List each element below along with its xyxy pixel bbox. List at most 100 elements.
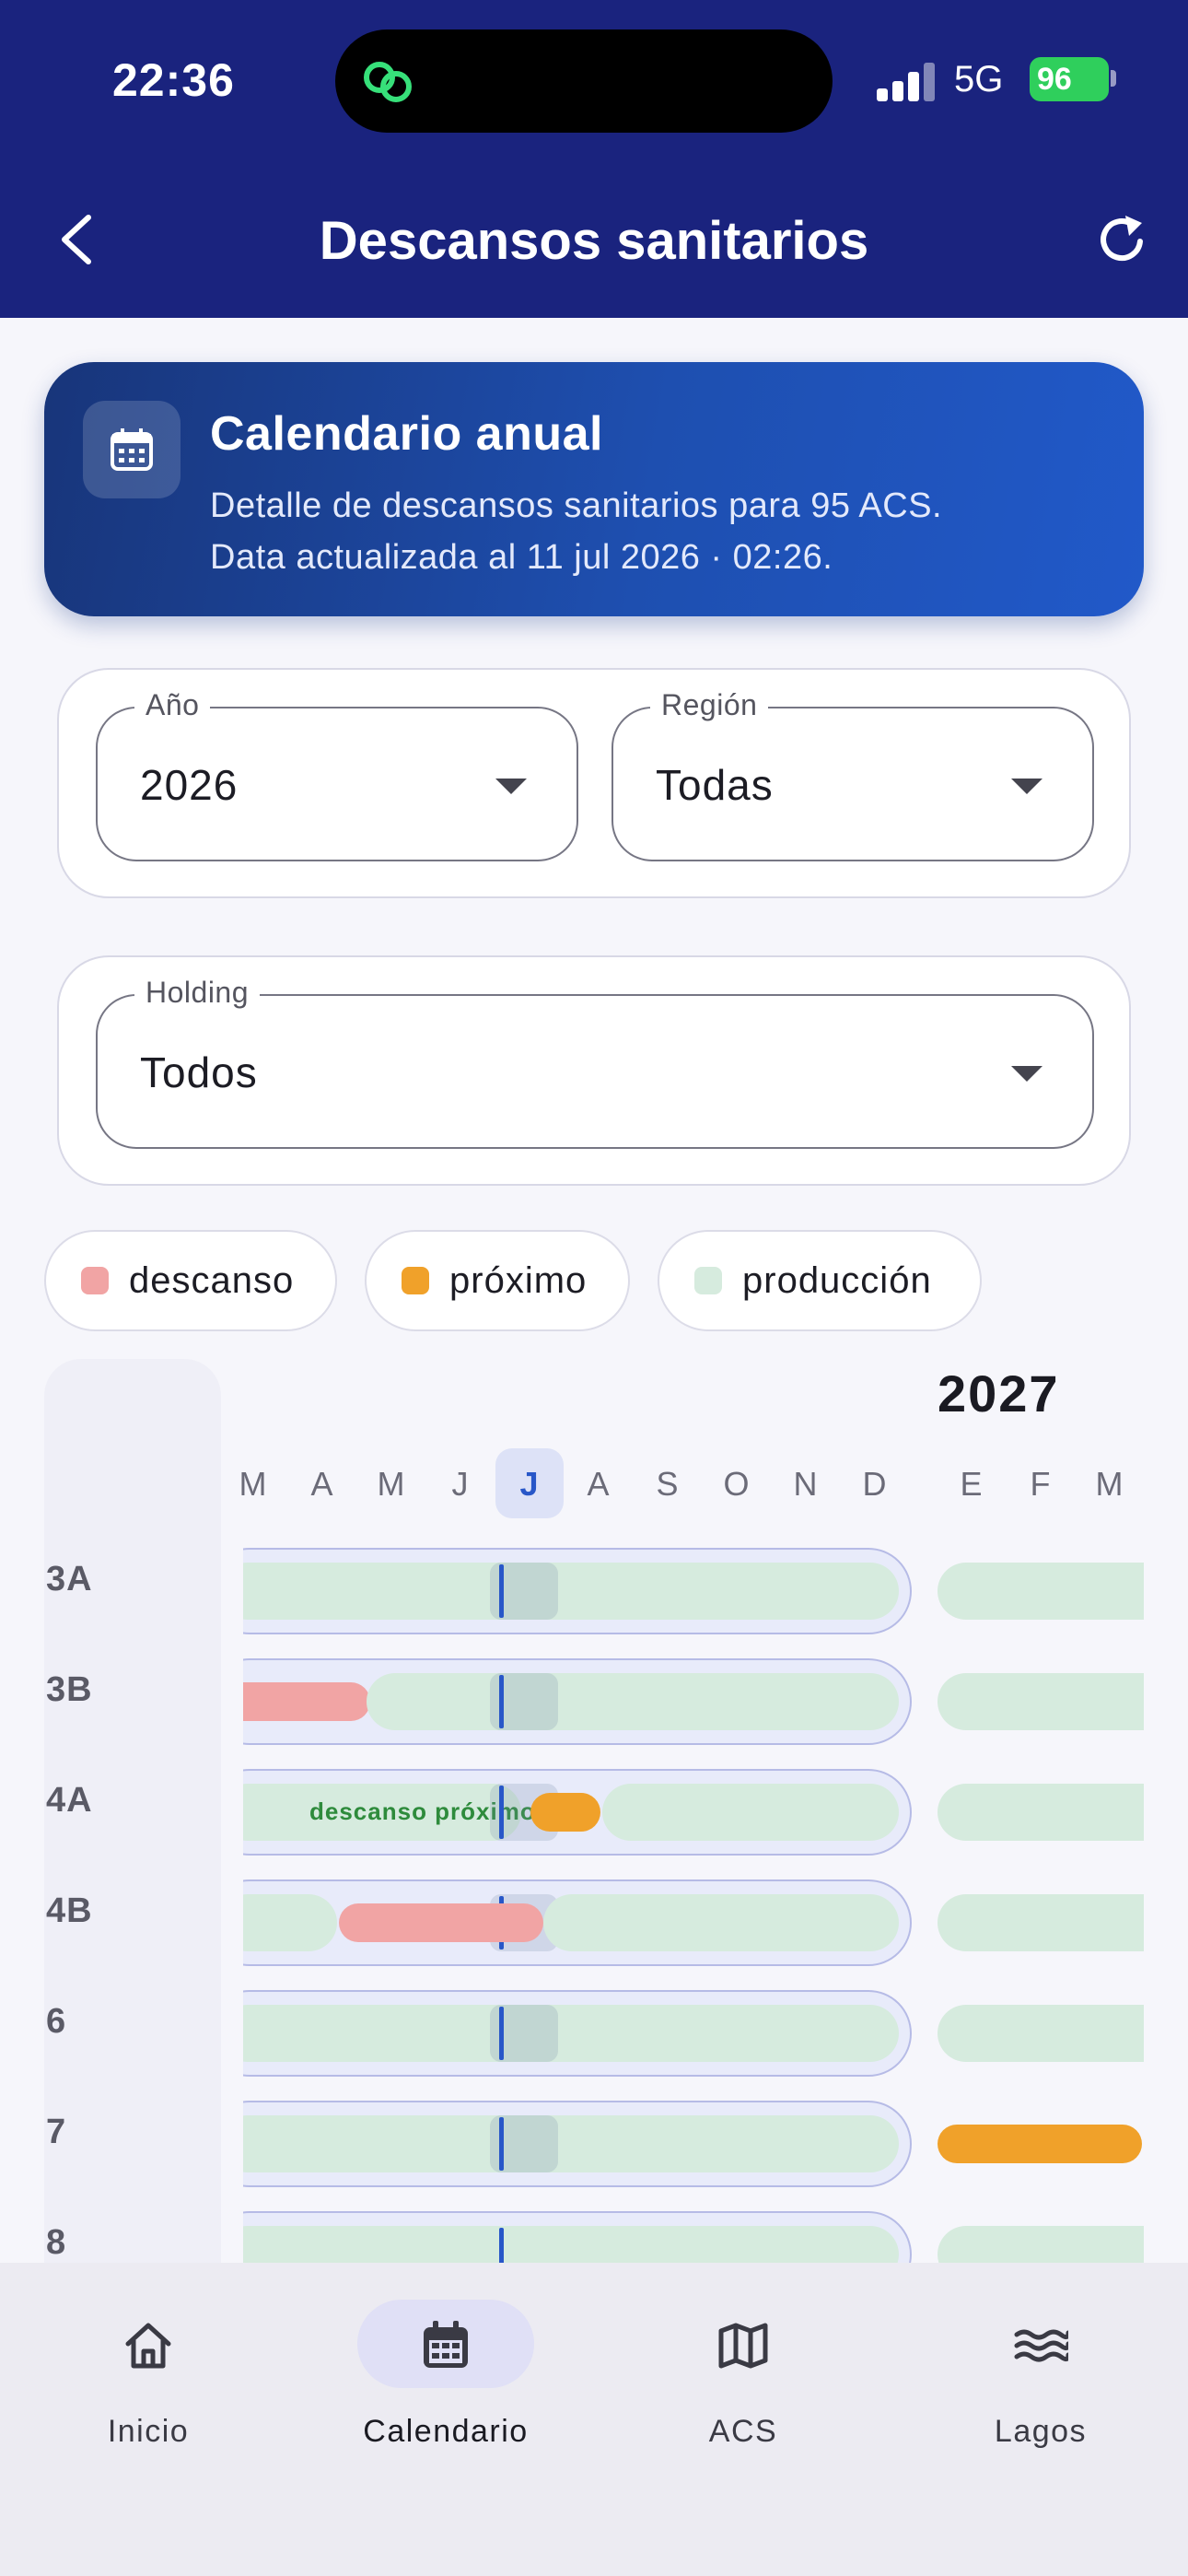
month-label: J bbox=[451, 1465, 470, 1503]
produccion-bar bbox=[243, 1894, 337, 1951]
timeline-row-4a[interactable]: descanso próximo bbox=[243, 1769, 912, 1856]
nav-label-acs: ACS bbox=[708, 2414, 778, 2449]
proximo-bar-2027 bbox=[938, 2125, 1142, 2163]
legend-label-proximo: próximo bbox=[449, 1259, 588, 1301]
filters-panel-holding: Holding Todos bbox=[57, 955, 1131, 1186]
row-label: 3B bbox=[46, 1670, 93, 1709]
status-time: 22:36 bbox=[112, 54, 235, 106]
calendar-timeline[interactable]: descanso próximo bbox=[243, 1511, 1144, 2263]
app-header: 22:36 5G 96 Descansos sanitarios bbox=[0, 0, 1188, 318]
produccion-bar-2027 bbox=[938, 1784, 1144, 1841]
dynamic-island bbox=[335, 29, 833, 133]
nav-item-lagos[interactable]: Lagos bbox=[939, 2300, 1142, 2465]
next-year-label: 2027 bbox=[938, 1364, 1060, 1423]
month-label: M bbox=[239, 1465, 268, 1503]
chevron-down-icon bbox=[495, 779, 527, 794]
produccion-bar bbox=[367, 1673, 899, 1730]
produccion-bar-2027 bbox=[938, 1673, 1144, 1730]
produccion-bar bbox=[543, 1894, 899, 1951]
produccion-bar bbox=[243, 1563, 899, 1620]
legend-swatch-descanso bbox=[81, 1267, 109, 1294]
signal-icon bbox=[877, 61, 936, 101]
produccion-bar-2027 bbox=[938, 2226, 1144, 2263]
battery-level: 96 bbox=[1037, 61, 1072, 97]
region-select[interactable]: Región Todas bbox=[611, 688, 1094, 861]
holding-select-label: Holding bbox=[134, 976, 261, 1010]
card-title: Calendario anual bbox=[210, 407, 603, 461]
nav-item-inicio[interactable]: Inicio bbox=[47, 2300, 250, 2465]
year-select[interactable]: Año 2026 bbox=[96, 688, 578, 861]
network-type: 5G bbox=[954, 59, 1004, 100]
month-label: O bbox=[723, 1465, 751, 1503]
produccion-bar bbox=[243, 2005, 899, 2062]
legend-chip-produccion: producción bbox=[658, 1230, 982, 1331]
today-marker bbox=[499, 1675, 504, 1728]
month-label: E bbox=[960, 1465, 984, 1503]
legend-swatch-produccion bbox=[694, 1267, 722, 1294]
descanso-bar bbox=[339, 1903, 543, 1942]
month-label: A bbox=[310, 1465, 334, 1503]
month-label: N bbox=[793, 1465, 819, 1503]
timeline-row-3b[interactable] bbox=[243, 1658, 912, 1745]
timeline-row-3a[interactable] bbox=[243, 1548, 912, 1634]
produccion-bar bbox=[602, 1784, 899, 1841]
chevron-down-icon bbox=[1011, 1066, 1042, 1082]
waves-icon bbox=[1014, 2329, 1068, 2362]
nav-label-inicio: Inicio bbox=[107, 2414, 190, 2449]
link-app-icon bbox=[364, 62, 412, 102]
nav-label-lagos: Lagos bbox=[994, 2414, 1088, 2449]
card-description-line-1: Detalle de descansos sanitarios para 95 … bbox=[210, 486, 943, 525]
holding-select[interactable]: Holding Todos bbox=[96, 976, 1094, 1149]
month-label: A bbox=[587, 1465, 611, 1503]
region-select-label: Región bbox=[650, 688, 769, 722]
proximo-bar bbox=[530, 1793, 600, 1832]
legend-label-produccion: producción bbox=[742, 1259, 932, 1301]
region-select-value: Todas bbox=[656, 761, 774, 809]
produccion-bar-2027 bbox=[938, 2005, 1144, 2062]
row-label: 3A bbox=[46, 1560, 93, 1598]
annual-calendar-card: Calendario anual Detalle de descansos sa… bbox=[44, 362, 1144, 616]
today-marker bbox=[499, 1564, 504, 1618]
row-label: 7 bbox=[46, 2113, 67, 2151]
battery-tip bbox=[1111, 70, 1116, 87]
battery-icon: 96 bbox=[1030, 57, 1109, 101]
row-label: 8 bbox=[46, 2223, 67, 2262]
bottom-navigation: Inicio Calendario ACS Lagos bbox=[0, 2263, 1188, 2576]
descanso-bar bbox=[243, 1682, 370, 1721]
row-label: 4A bbox=[46, 1781, 93, 1820]
today-marker bbox=[499, 2007, 504, 2060]
nav-item-acs[interactable]: ACS bbox=[642, 2300, 844, 2465]
calendar-icon bbox=[111, 428, 153, 471]
map-icon bbox=[718, 2323, 768, 2369]
produccion-bar-2027 bbox=[938, 1563, 1144, 1620]
card-description-line-2: Data actualizada al 11 jul 2026 · 02:26. bbox=[210, 538, 833, 577]
timeline-row-6[interactable] bbox=[243, 1990, 912, 2077]
timeline-row-4b[interactable] bbox=[243, 1879, 912, 1966]
hero-icon-box bbox=[83, 401, 181, 498]
legend-chip-descanso: descanso bbox=[44, 1230, 337, 1331]
filters-panel-year-region: Año 2026 Región Todas bbox=[57, 668, 1131, 898]
chevron-down-icon bbox=[1011, 779, 1042, 794]
calendar-icon bbox=[424, 2321, 468, 2368]
produccion-bar bbox=[243, 2226, 899, 2263]
month-label-current: J bbox=[519, 1465, 540, 1503]
month-label: M bbox=[1095, 1465, 1124, 1503]
year-select-value: 2026 bbox=[140, 761, 239, 809]
refresh-icon[interactable] bbox=[1092, 210, 1151, 269]
timeline-row-8[interactable] bbox=[243, 2211, 912, 2263]
month-label: M bbox=[377, 1465, 406, 1503]
card-description: Detalle de descansos sanitarios para 95 … bbox=[210, 480, 942, 583]
month-label: D bbox=[862, 1465, 888, 1503]
timeline-row-7[interactable] bbox=[243, 2101, 912, 2187]
year-select-label: Año bbox=[134, 688, 211, 722]
row-label: 6 bbox=[46, 2002, 67, 2041]
today-marker bbox=[499, 1786, 504, 1839]
legend-label-descanso: descanso bbox=[129, 1259, 295, 1301]
nav-item-calendario[interactable]: Calendario bbox=[344, 2300, 547, 2465]
nav-label-calendario: Calendario bbox=[363, 2414, 529, 2449]
legend-swatch-proximo bbox=[402, 1267, 429, 1294]
produccion-bar-2027 bbox=[938, 1894, 1144, 1951]
month-label: S bbox=[656, 1465, 680, 1503]
home-icon bbox=[125, 2323, 171, 2369]
produccion-bar bbox=[243, 2115, 899, 2172]
